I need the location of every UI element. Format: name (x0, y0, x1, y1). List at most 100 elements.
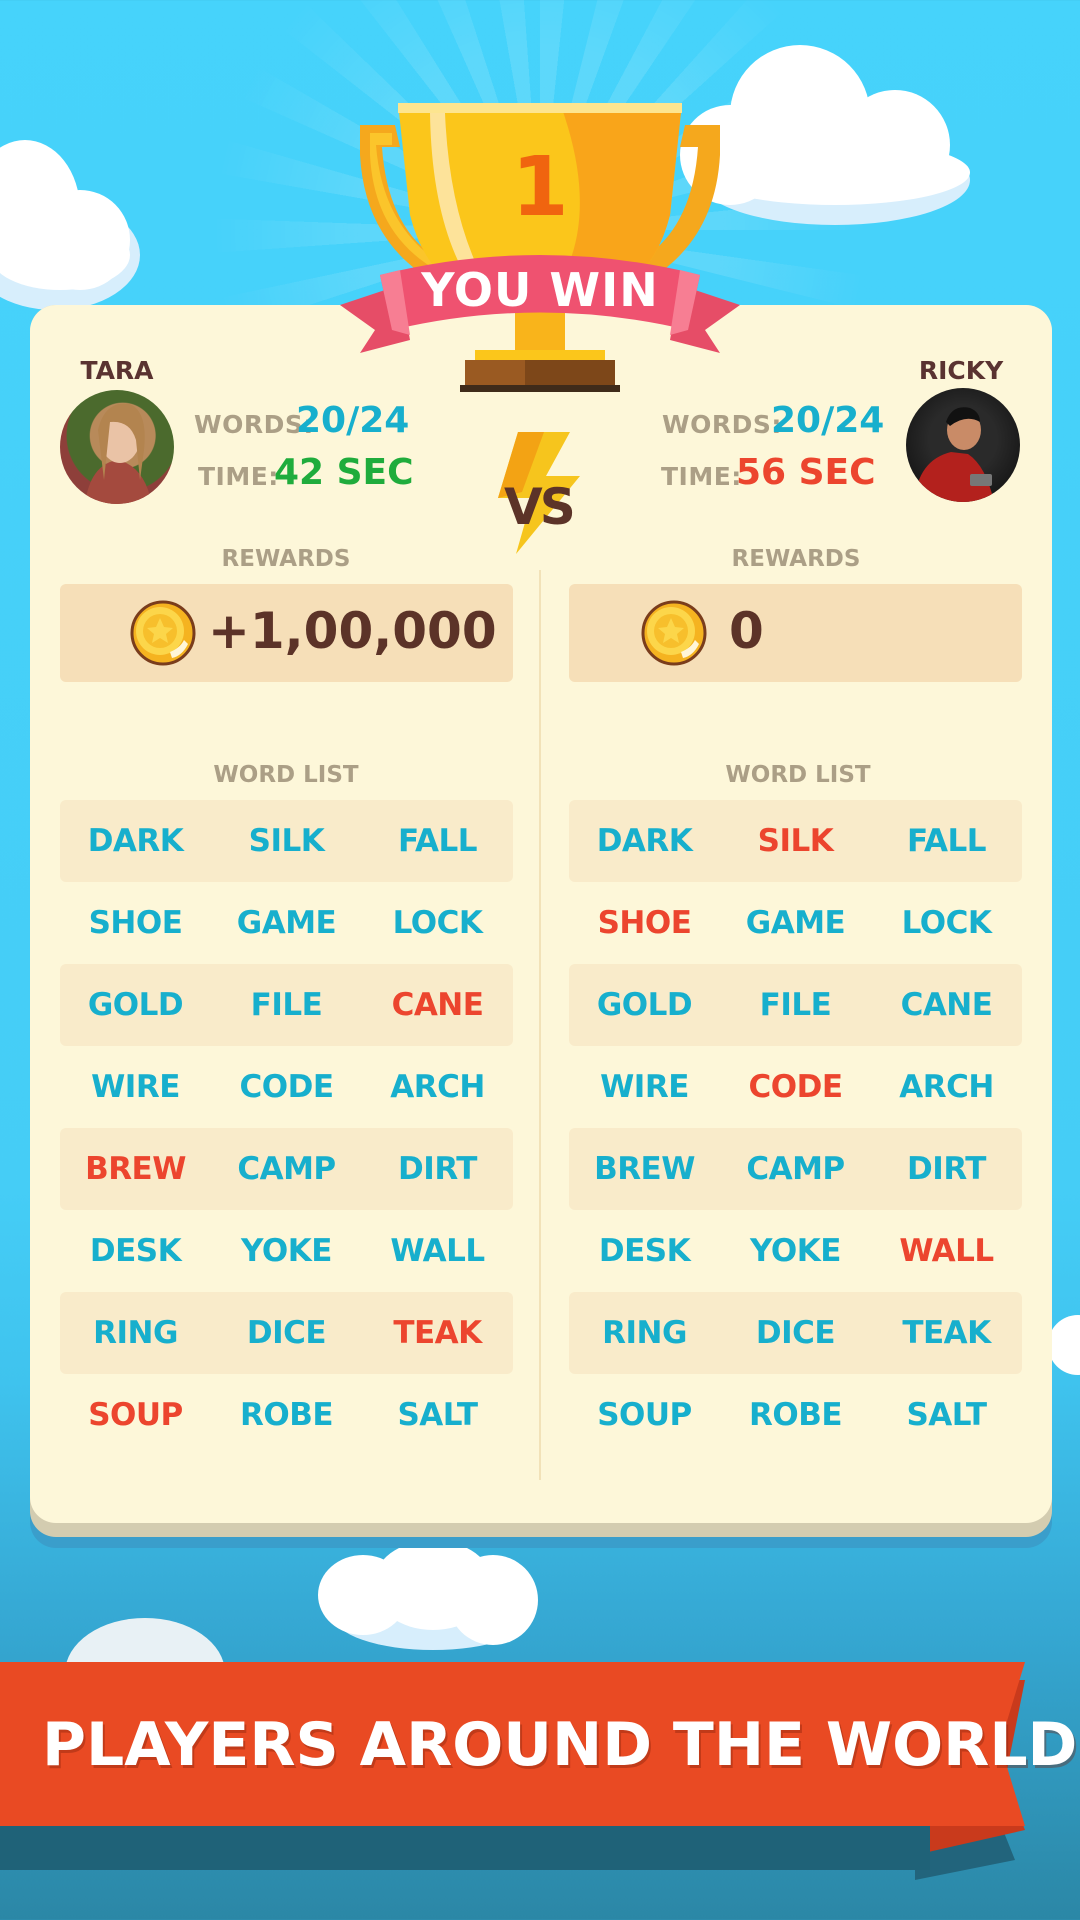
word-found: ROBE (239, 1397, 334, 1433)
word-row: BREW CAMP DIRT (569, 1128, 1022, 1210)
word-list-label: WORD LIST (213, 762, 359, 788)
person-photo-icon (914, 407, 994, 502)
word-found: DIRT (907, 1151, 986, 1187)
word-found: WIRE (91, 1069, 180, 1105)
word-found: LOCK (901, 905, 992, 941)
word-found: DICE (755, 1315, 836, 1351)
word-missed: SILK (757, 823, 834, 859)
cloud-right-edge (1048, 1305, 1080, 1385)
player-name: TARA (80, 356, 154, 385)
word-missed: SOUP (88, 1397, 183, 1433)
word-found: FILE (759, 987, 832, 1023)
time-value: 56 SEC (736, 452, 876, 493)
word-found: GAME (745, 905, 846, 941)
reward-value: +1,00,000 (208, 602, 497, 660)
word-missed: WALL (899, 1233, 994, 1269)
word-row: RING DICE TEAK (569, 1292, 1022, 1374)
person-photo-icon (85, 403, 152, 504)
word-found: CAMP (746, 1151, 845, 1187)
word-found: WALL (390, 1233, 485, 1269)
word-missed: BREW (85, 1151, 186, 1187)
word-found: SOUP (597, 1397, 692, 1433)
word-row: SOUP ROBE SALT (60, 1374, 513, 1456)
word-found: ARCH (899, 1069, 994, 1105)
words-label: WORDS: (662, 410, 782, 439)
word-found: DIRT (398, 1151, 477, 1187)
word-row: SHOE GAME LOCK (60, 882, 513, 964)
word-row: BREW CAMP DIRT (60, 1128, 513, 1210)
trophy-icon (340, 103, 740, 392)
word-found: DICE (246, 1315, 327, 1351)
word-row: SOUP ROBE SALT (569, 1374, 1022, 1456)
word-found: GOLD (596, 987, 693, 1023)
gold-coin-icon (130, 600, 196, 666)
player-avatar[interactable] (60, 390, 174, 504)
word-row: RING DICE TEAK (60, 1292, 513, 1374)
word-found: CODE (239, 1069, 334, 1105)
word-list-label: WORD LIST (725, 762, 871, 788)
word-found: TEAK (902, 1315, 991, 1351)
word-found: BREW (594, 1151, 695, 1187)
cloud-bottom-center (318, 1540, 548, 1650)
reward-box: 0 (569, 584, 1022, 682)
versus-badge: VS (488, 432, 598, 554)
word-found: FILE (250, 987, 323, 1023)
word-found: DESK (598, 1233, 691, 1269)
word-missed: CANE (391, 987, 484, 1023)
word-found: RING (93, 1315, 178, 1351)
trophy-rank: 1 (511, 140, 569, 235)
word-found: FALL (906, 823, 987, 859)
banner-shadow (0, 1825, 930, 1870)
word-row: WIRE CODE ARCH (60, 1046, 513, 1128)
word-found: SHOE (88, 905, 183, 941)
trophy: 1 YOU WIN (340, 85, 740, 395)
promo-banner-text: PLAYERS AROUND THE WORLD (42, 1710, 1078, 1780)
reward-box: +1,00,000 (60, 584, 513, 682)
word-found: CAMP (237, 1151, 336, 1187)
word-found: SALT (906, 1397, 987, 1433)
player-name: RICKY (918, 356, 1004, 385)
reward-value: 0 (729, 602, 764, 660)
word-found: YOKE (241, 1233, 332, 1269)
word-row: WIRE CODE ARCH (569, 1046, 1022, 1128)
word-found: RING (602, 1315, 687, 1351)
time-value: 42 SEC (274, 452, 414, 493)
word-found: CANE (900, 987, 993, 1023)
cloud-left (0, 130, 170, 310)
result-banner-text: YOU WIN (421, 263, 659, 317)
word-grid-player-2: DARK SILK FALL SHOE GAME LOCK GOLD FILE CANE WIRE… (569, 800, 1022, 1456)
time-label: TIME: (198, 462, 279, 491)
rewards-label: REWARDS (731, 546, 861, 572)
word-row: DESK YOKE WALL (569, 1210, 1022, 1292)
word-row: DARK SILK FALL (569, 800, 1022, 882)
word-missed: TEAK (393, 1315, 482, 1351)
word-found: LOCK (392, 905, 483, 941)
word-found: GAME (236, 905, 337, 941)
word-found: SALT (397, 1397, 478, 1433)
rewards-label: REWARDS (221, 546, 351, 572)
words-value: 20/24 (296, 400, 410, 441)
column-divider (539, 570, 541, 1480)
word-found: GOLD (87, 987, 184, 1023)
versus-label: VS (504, 478, 576, 536)
word-found: DARK (87, 823, 184, 859)
word-found: ROBE (748, 1397, 843, 1433)
word-grid-player-1: DARK SILK FALL SHOE GAME LOCK GOLD FILE CANE WIRE… (60, 800, 513, 1456)
word-row: GOLD FILE CANE (569, 964, 1022, 1046)
word-missed: SHOE (597, 905, 692, 941)
word-missed: CODE (748, 1069, 843, 1105)
time-label: TIME: (661, 462, 742, 491)
gold-coin-icon (641, 600, 707, 666)
word-found: SILK (248, 823, 325, 859)
word-found: ARCH (390, 1069, 485, 1105)
word-row: DESK YOKE WALL (60, 1210, 513, 1292)
word-found: DESK (89, 1233, 182, 1269)
player-avatar[interactable] (906, 388, 1020, 502)
word-found: FALL (397, 823, 478, 859)
word-found: WIRE (600, 1069, 689, 1105)
word-row: DARK SILK FALL (60, 800, 513, 882)
word-row: GOLD FILE CANE (60, 964, 513, 1046)
word-row: SHOE GAME LOCK (569, 882, 1022, 964)
word-found: DARK (596, 823, 693, 859)
word-found: YOKE (750, 1233, 841, 1269)
